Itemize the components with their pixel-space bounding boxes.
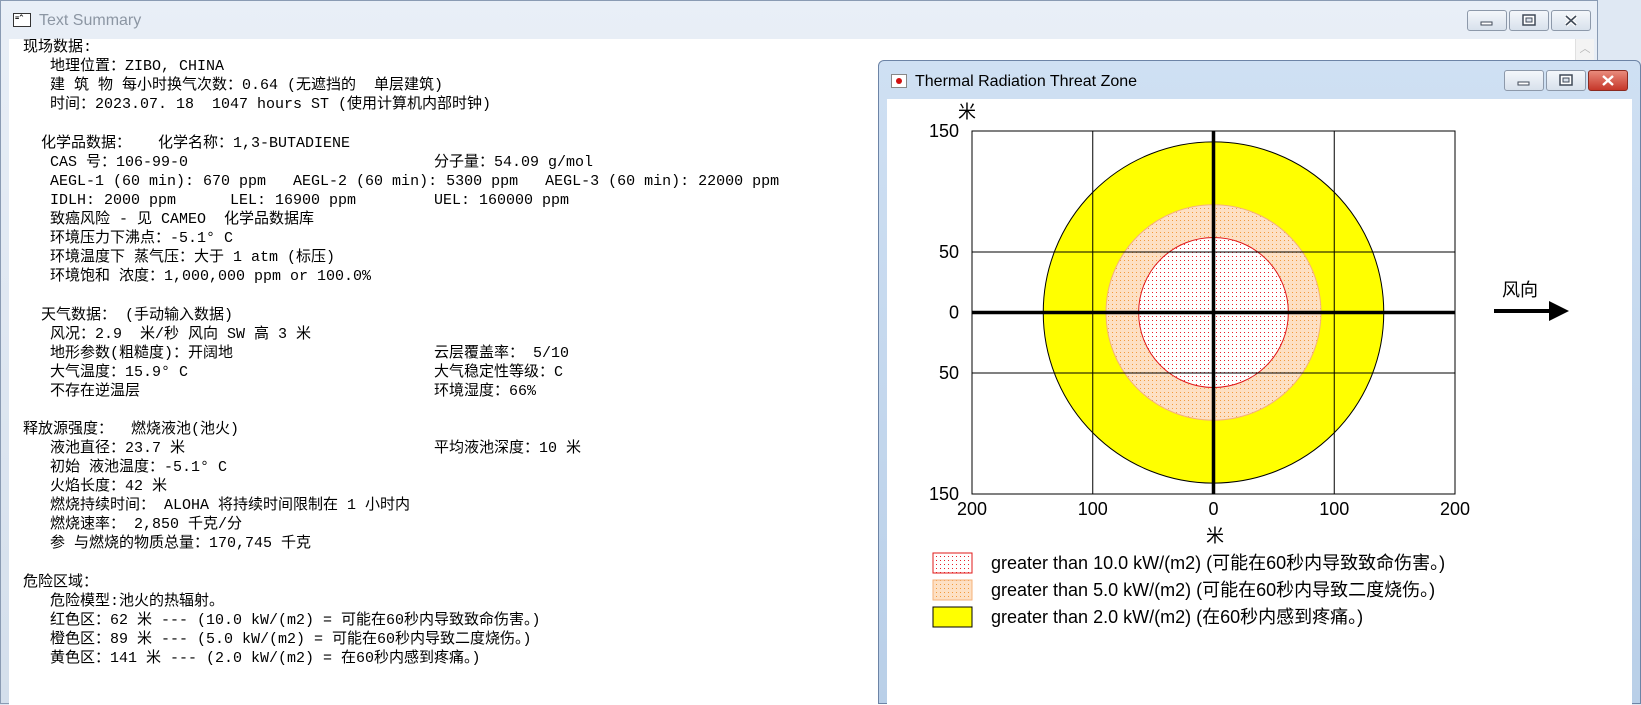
wind-direction: 风向 <box>1494 280 1569 321</box>
wind-arrow-icon <box>1549 301 1569 321</box>
summary-line: 危险模型:池火的热辐射。 <box>23 593 225 610</box>
summary-line: 红色区：62 米 --- (10.0 kW/(m2) = 可能在60秒内导致致命… <box>23 612 541 629</box>
summary-line: 现场数据: <box>23 39 93 56</box>
summary-line: 橙色区：89 米 --- (5.0 kW/(m2) = 可能在60秒内导致二度烧… <box>23 631 532 648</box>
x-tick-label: 100 <box>1078 499 1108 519</box>
x-tick-label: 0 <box>1208 499 1218 519</box>
wind-direction-label: 风向 <box>1502 280 1538 300</box>
summary-line: 建 筑 物 每小时换气次数：0.64 (无遮挡的 单层建筑) <box>23 77 444 94</box>
summary-line: 危险区域： <box>23 574 99 591</box>
threat-zone-chart: 米 米 200 100 0 100 20015050050150 风向 greater … <box>929 102 1569 628</box>
summary-line: CAS 号：106-99-0 <box>23 154 189 171</box>
summary-line: 地形参数(粗糙度)：开阔地 <box>23 345 234 362</box>
close-button[interactable] <box>1551 10 1591 31</box>
tz-maximize-button[interactable] <box>1546 70 1586 91</box>
x-tick-label: 200 <box>1440 499 1470 519</box>
scroll-up-arrow-icon[interactable]: ︿ <box>1577 41 1593 57</box>
summary-line: 环境饱和 浓度：1,000,000 ppm or 100.0% <box>23 268 372 285</box>
summary-line: 天气数据： (手动输入数据) <box>23 307 234 324</box>
minimize-button[interactable] <box>1467 10 1507 31</box>
x-tick-label: 100 <box>1319 499 1349 519</box>
legend-label-yellow: greater than 2.0 kW/(m2) (在60秒内感到疼痛。) <box>991 607 1363 627</box>
y-tick-label: 150 <box>929 121 959 141</box>
legend-label-orange: greater than 5.0 kW/(m2) (可能在60秒内导致二度烧伤。… <box>991 580 1435 600</box>
summary-line: 时间：2023.07. 18 1047 hours ST (使用计算机内部时钟) <box>23 96 492 113</box>
summary-line: AEGL-1 (60 min): 670 ppm AEGL-2 (60 min)… <box>23 173 780 190</box>
x-axis-unit: 米 <box>1206 526 1224 546</box>
summary-right-value: 环境湿度：66% <box>434 383 537 400</box>
summary-line: 大气温度：15.9° C <box>23 364 189 381</box>
summary-line: 燃烧持续时间： ALOHA 将持续时间限制在 1 小时内 <box>23 497 411 514</box>
threat-zone-titlebar[interactable]: Thermal Radiation Threat Zone <box>879 61 1640 99</box>
y-axis-unit: 米 <box>958 102 976 122</box>
legend: greater than 10.0 kW/(m2) (可能在60秒内导致致命伤害… <box>932 552 1445 628</box>
legend-label-red: greater than 10.0 kW/(m2) (可能在60秒内导致致命伤害… <box>991 553 1445 573</box>
summary-window-title: Text Summary <box>39 12 142 29</box>
summary-line: 环境温度下 蒸气压：大于 1 atm (标压) <box>23 249 336 266</box>
threat-zone-plot-area: 米 米 200 100 0 100 200 150 50 0 50 150 风向 greater … <box>887 99 1632 705</box>
fire-app-icon <box>891 74 907 88</box>
summary-right-value: 平均液池深度：10 米 <box>434 440 582 457</box>
summary-right-value: 大气稳定性等级：C <box>434 364 564 381</box>
app-window-icon: =^ <box>13 13 31 27</box>
legend-swatch-orange <box>932 579 973 601</box>
summary-titlebar[interactable]: =^ Text Summary <box>1 1 1597 39</box>
summary-line: 燃烧速率： 2,850 千克/分 <box>23 516 243 533</box>
y-tick-label: 0 <box>949 303 959 323</box>
tz-close-button[interactable] <box>1588 70 1628 91</box>
threat-zone-window[interactable]: Thermal Radiation Threat Zone 米 米 200 10… <box>878 60 1641 705</box>
summary-line: 参 与燃烧的物质总量：170,745 千克 <box>23 535 312 552</box>
grid-layer <box>971 130 1456 495</box>
maximize-button[interactable] <box>1509 10 1549 31</box>
y-tick-label: 50 <box>939 242 959 262</box>
legend-swatch-yellow <box>932 606 973 628</box>
summary-line: 地理位置：ZIBO, CHINA <box>23 58 225 75</box>
summary-line: IDLH: 2000 ppm LEL: 16900 ppm <box>23 192 357 209</box>
summary-line: 环境压力下沸点：-5.1° C <box>23 230 234 247</box>
summary-right-value: 分子量：54.09 g/mol <box>434 154 594 171</box>
summary-line: 火焰长度：42 米 <box>23 478 168 495</box>
summary-line: 液池直径：23.7 米 <box>23 440 186 457</box>
threat-zone-title: Thermal Radiation Threat Zone <box>915 73 1138 90</box>
y-tick-label: 150 <box>929 484 959 504</box>
summary-line: 致癌风险 - 见 CAMEO 化学品数据库 <box>23 211 315 228</box>
summary-line: 风况：2.9 米/秒 风向 SW 高 3 米 <box>23 326 312 343</box>
summary-right-value: 云层覆盖率： 5/10 <box>434 345 570 362</box>
summary-right-value: UEL: 160000 ppm <box>434 192 570 209</box>
y-tick-label: 50 <box>939 363 959 383</box>
tz-minimize-button[interactable] <box>1504 70 1544 91</box>
summary-line: 黄色区：141 米 --- (2.0 kW/(m2) = 在60秒内感到疼痛。) <box>23 650 481 667</box>
x-tick-label: 200 <box>957 499 987 519</box>
summary-line: 释放源强度： 燃烧液池(池火) <box>23 421 240 438</box>
summary-line: 不存在逆温层 <box>23 383 141 400</box>
summary-line: 化学品数据： 化学名称：1,3-BUTADIENE <box>23 135 351 152</box>
legend-swatch-red <box>932 552 973 574</box>
summary-line: 初始 液池温度：-5.1° C <box>23 459 228 476</box>
